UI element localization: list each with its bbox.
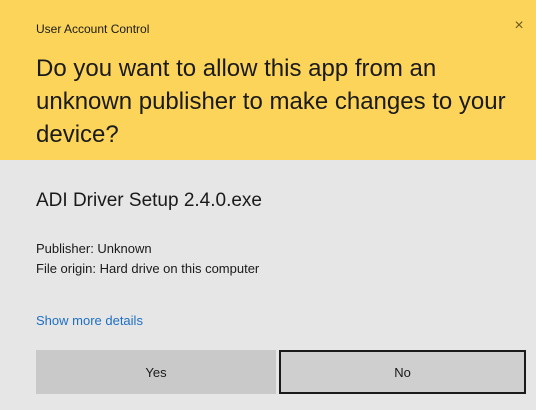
app-name: ADI Driver Setup 2.4.0.exe: [36, 190, 262, 211]
file-origin-info: File origin: Hard drive on this computer: [36, 261, 260, 276]
uac-dialog: User Account Control × Do you want to al…: [0, 0, 536, 410]
dialog-header: User Account Control × Do you want to al…: [0, 0, 536, 160]
dialog-title: User Account Control: [36, 22, 150, 36]
publisher-info: Publisher: Unknown: [36, 241, 152, 256]
yes-button[interactable]: Yes: [36, 350, 276, 394]
no-button[interactable]: No: [279, 350, 526, 394]
show-more-details-link[interactable]: Show more details: [36, 313, 143, 328]
dialog-body: ADI Driver Setup 2.4.0.exe Publisher: Un…: [0, 160, 536, 410]
close-icon[interactable]: ×: [510, 17, 528, 35]
no-button-label: No: [394, 364, 411, 380]
dialog-question: Do you want to allow this app from an un…: [36, 55, 506, 148]
yes-button-label: Yes: [145, 364, 167, 380]
